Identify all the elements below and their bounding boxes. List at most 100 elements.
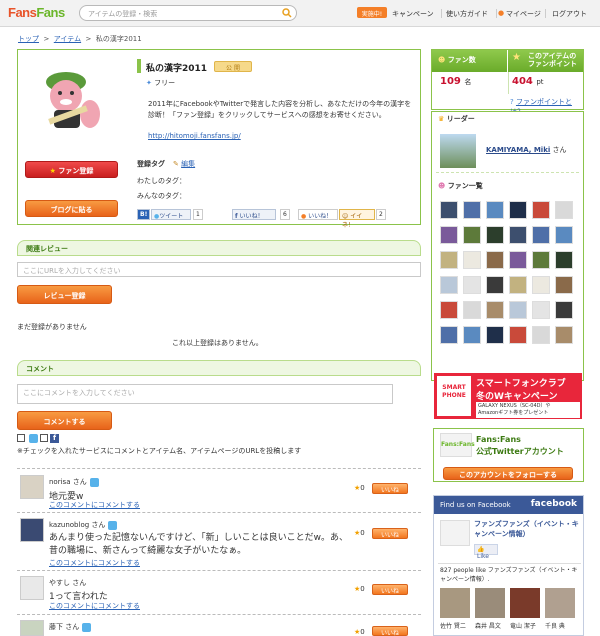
fan-avatar[interactable] bbox=[555, 201, 573, 219]
fb-fan-avatar[interactable] bbox=[510, 588, 540, 618]
breadcrumb-sep: > bbox=[43, 35, 50, 43]
comment-submit-button[interactable]: コメントする bbox=[17, 411, 112, 430]
fan-avatar[interactable] bbox=[463, 251, 481, 269]
fan-avatar[interactable] bbox=[532, 301, 550, 319]
nav-guide[interactable]: 使い方ガイド bbox=[446, 9, 488, 19]
edit-tags[interactable]: ✎ 編集 bbox=[173, 159, 195, 169]
fan-avatar[interactable] bbox=[532, 276, 550, 294]
fan-avatar[interactable] bbox=[509, 226, 527, 244]
reply-link[interactable]: このコメントにコメントする bbox=[49, 500, 140, 510]
fan-avatar[interactable] bbox=[463, 201, 481, 219]
fan-avatar[interactable] bbox=[440, 276, 458, 294]
fan-avatar[interactable] bbox=[486, 201, 504, 219]
fan-avatar[interactable] bbox=[486, 226, 504, 244]
fb-page-avatar[interactable] bbox=[440, 520, 470, 546]
fb-like-button[interactable]: 👍Like bbox=[474, 544, 498, 560]
nav-logout[interactable]: ログアウト bbox=[552, 9, 587, 19]
fan-avatar[interactable] bbox=[463, 226, 481, 244]
item-url-link[interactable]: http://hitomoji.fansfans.jp/ bbox=[148, 132, 241, 140]
item-title: 私の漢字2011 bbox=[146, 64, 208, 74]
fb-page-name[interactable]: ファンズファンズ（イベント・キャンペーン情報） bbox=[474, 519, 580, 539]
commenter-avatar[interactable] bbox=[20, 620, 44, 636]
fan-avatar[interactable] bbox=[486, 276, 504, 294]
fan-avatar[interactable] bbox=[440, 201, 458, 219]
follow-button[interactable]: このアカウントをフォローする bbox=[443, 467, 573, 480]
fb-fan-avatar[interactable] bbox=[545, 588, 575, 618]
fan-avatar[interactable] bbox=[440, 301, 458, 319]
fan-avatar[interactable] bbox=[463, 301, 481, 319]
fan-avatar[interactable] bbox=[532, 251, 550, 269]
reply-link[interactable]: このコメントにコメントする bbox=[49, 601, 140, 611]
nav-mypage[interactable]: マイページ bbox=[506, 9, 541, 19]
like-button[interactable]: いいね bbox=[372, 626, 408, 636]
review-url-input[interactable]: ここにURLを入力してください bbox=[17, 262, 421, 277]
fb-fan-name: 竜山 潔子 bbox=[510, 623, 536, 630]
fan-avatar[interactable] bbox=[463, 326, 481, 344]
like-button[interactable]: いいね bbox=[372, 528, 408, 539]
leader-avatar[interactable] bbox=[440, 134, 476, 168]
fb-fan-avatar[interactable] bbox=[440, 588, 470, 618]
commenter-name-link[interactable]: やすし bbox=[49, 579, 70, 587]
facebook-post-checkbox[interactable] bbox=[40, 434, 48, 442]
fb-fan-avatar[interactable] bbox=[475, 588, 505, 618]
blog-embed-button[interactable]: ブログに貼る bbox=[25, 200, 118, 217]
reply-link[interactable]: このコメントにコメントする bbox=[49, 558, 140, 568]
commenter-avatar[interactable] bbox=[20, 475, 44, 499]
fan-avatar[interactable] bbox=[486, 326, 504, 344]
commenter-name-link[interactable]: 藤下 bbox=[49, 623, 63, 631]
fan-avatar[interactable] bbox=[555, 276, 573, 294]
commenter-name-link[interactable]: kazunoblog bbox=[49, 521, 89, 529]
nav-campaign[interactable]: キャンペーン bbox=[392, 9, 434, 19]
fan-avatar[interactable] bbox=[532, 201, 550, 219]
fan-avatar[interactable] bbox=[509, 276, 527, 294]
fan-avatar[interactable] bbox=[463, 276, 481, 294]
fan-avatar[interactable] bbox=[509, 201, 527, 219]
fan-avatar[interactable] bbox=[555, 326, 573, 344]
commenter-avatar[interactable] bbox=[20, 576, 44, 600]
tweet-button[interactable]: ●ツイート bbox=[151, 209, 191, 220]
breadcrumb-item[interactable]: アイテム bbox=[54, 35, 81, 43]
like-count: ★0 bbox=[354, 585, 365, 593]
like-button[interactable]: いいね bbox=[372, 483, 408, 494]
fan-avatar[interactable] bbox=[509, 301, 527, 319]
commenter-name-link[interactable]: norisa bbox=[49, 478, 70, 486]
twitter-icon bbox=[108, 520, 118, 530]
like-button[interactable]: いいね bbox=[372, 584, 408, 595]
mixi-like-button[interactable]: ● いいね！ bbox=[298, 209, 338, 220]
commenter-avatar[interactable] bbox=[20, 518, 44, 542]
leader-label: リーダー bbox=[446, 115, 475, 123]
ad-title: スマートフォンクラブ bbox=[476, 379, 566, 389]
fan-avatar[interactable] bbox=[440, 251, 458, 269]
fan-list-heading: ☻ ファン一覧 bbox=[438, 181, 483, 191]
hatena-bookmark-button[interactable]: B! bbox=[137, 209, 151, 220]
smartphone-campaign-banner[interactable]: SMART PHONE スマートフォンクラブ 冬のWキャンペーン GALAXY … bbox=[434, 373, 582, 419]
twitter-post-checkbox[interactable] bbox=[17, 434, 25, 442]
site-logo[interactable]: FansFans bbox=[8, 5, 65, 20]
fan-avatar[interactable] bbox=[555, 251, 573, 269]
fan-register-button[interactable]: ★ ファン登録 bbox=[25, 161, 118, 178]
search-icon[interactable] bbox=[282, 8, 292, 18]
fan-avatar[interactable] bbox=[440, 326, 458, 344]
review-submit-button[interactable]: レビュー登録 bbox=[17, 285, 112, 304]
facebook-like-button[interactable]: f いいね！ bbox=[232, 209, 276, 220]
leader-name-link[interactable]: KAMIYAMA, Miki bbox=[486, 146, 550, 154]
fan-avatar[interactable] bbox=[555, 226, 573, 244]
search-input[interactable]: アイテムの登録・検索 bbox=[79, 5, 297, 21]
breadcrumb-top[interactable]: トップ bbox=[18, 35, 39, 43]
fan-avatar[interactable] bbox=[555, 301, 573, 319]
comment-divider bbox=[17, 570, 421, 571]
fan-avatar[interactable] bbox=[509, 326, 527, 344]
fan-avatar[interactable] bbox=[532, 226, 550, 244]
fan-avatar[interactable] bbox=[486, 251, 504, 269]
fans-count-header: ☻ ファン数 bbox=[432, 50, 507, 72]
edit-link[interactable]: 編集 bbox=[181, 160, 195, 168]
fan-avatar[interactable] bbox=[440, 226, 458, 244]
like-count: ★0 bbox=[354, 628, 365, 636]
fan-avatar[interactable] bbox=[509, 251, 527, 269]
fan-avatar[interactable] bbox=[532, 326, 550, 344]
crown-icon: ♛ bbox=[438, 115, 445, 123]
gree-iine-button[interactable]: ☺ イイネ！ bbox=[339, 209, 375, 229]
fan-avatar[interactable] bbox=[486, 301, 504, 319]
comment-input[interactable]: ここにコメントを入力してください bbox=[17, 384, 393, 404]
fb-like-label: Like bbox=[477, 553, 489, 560]
